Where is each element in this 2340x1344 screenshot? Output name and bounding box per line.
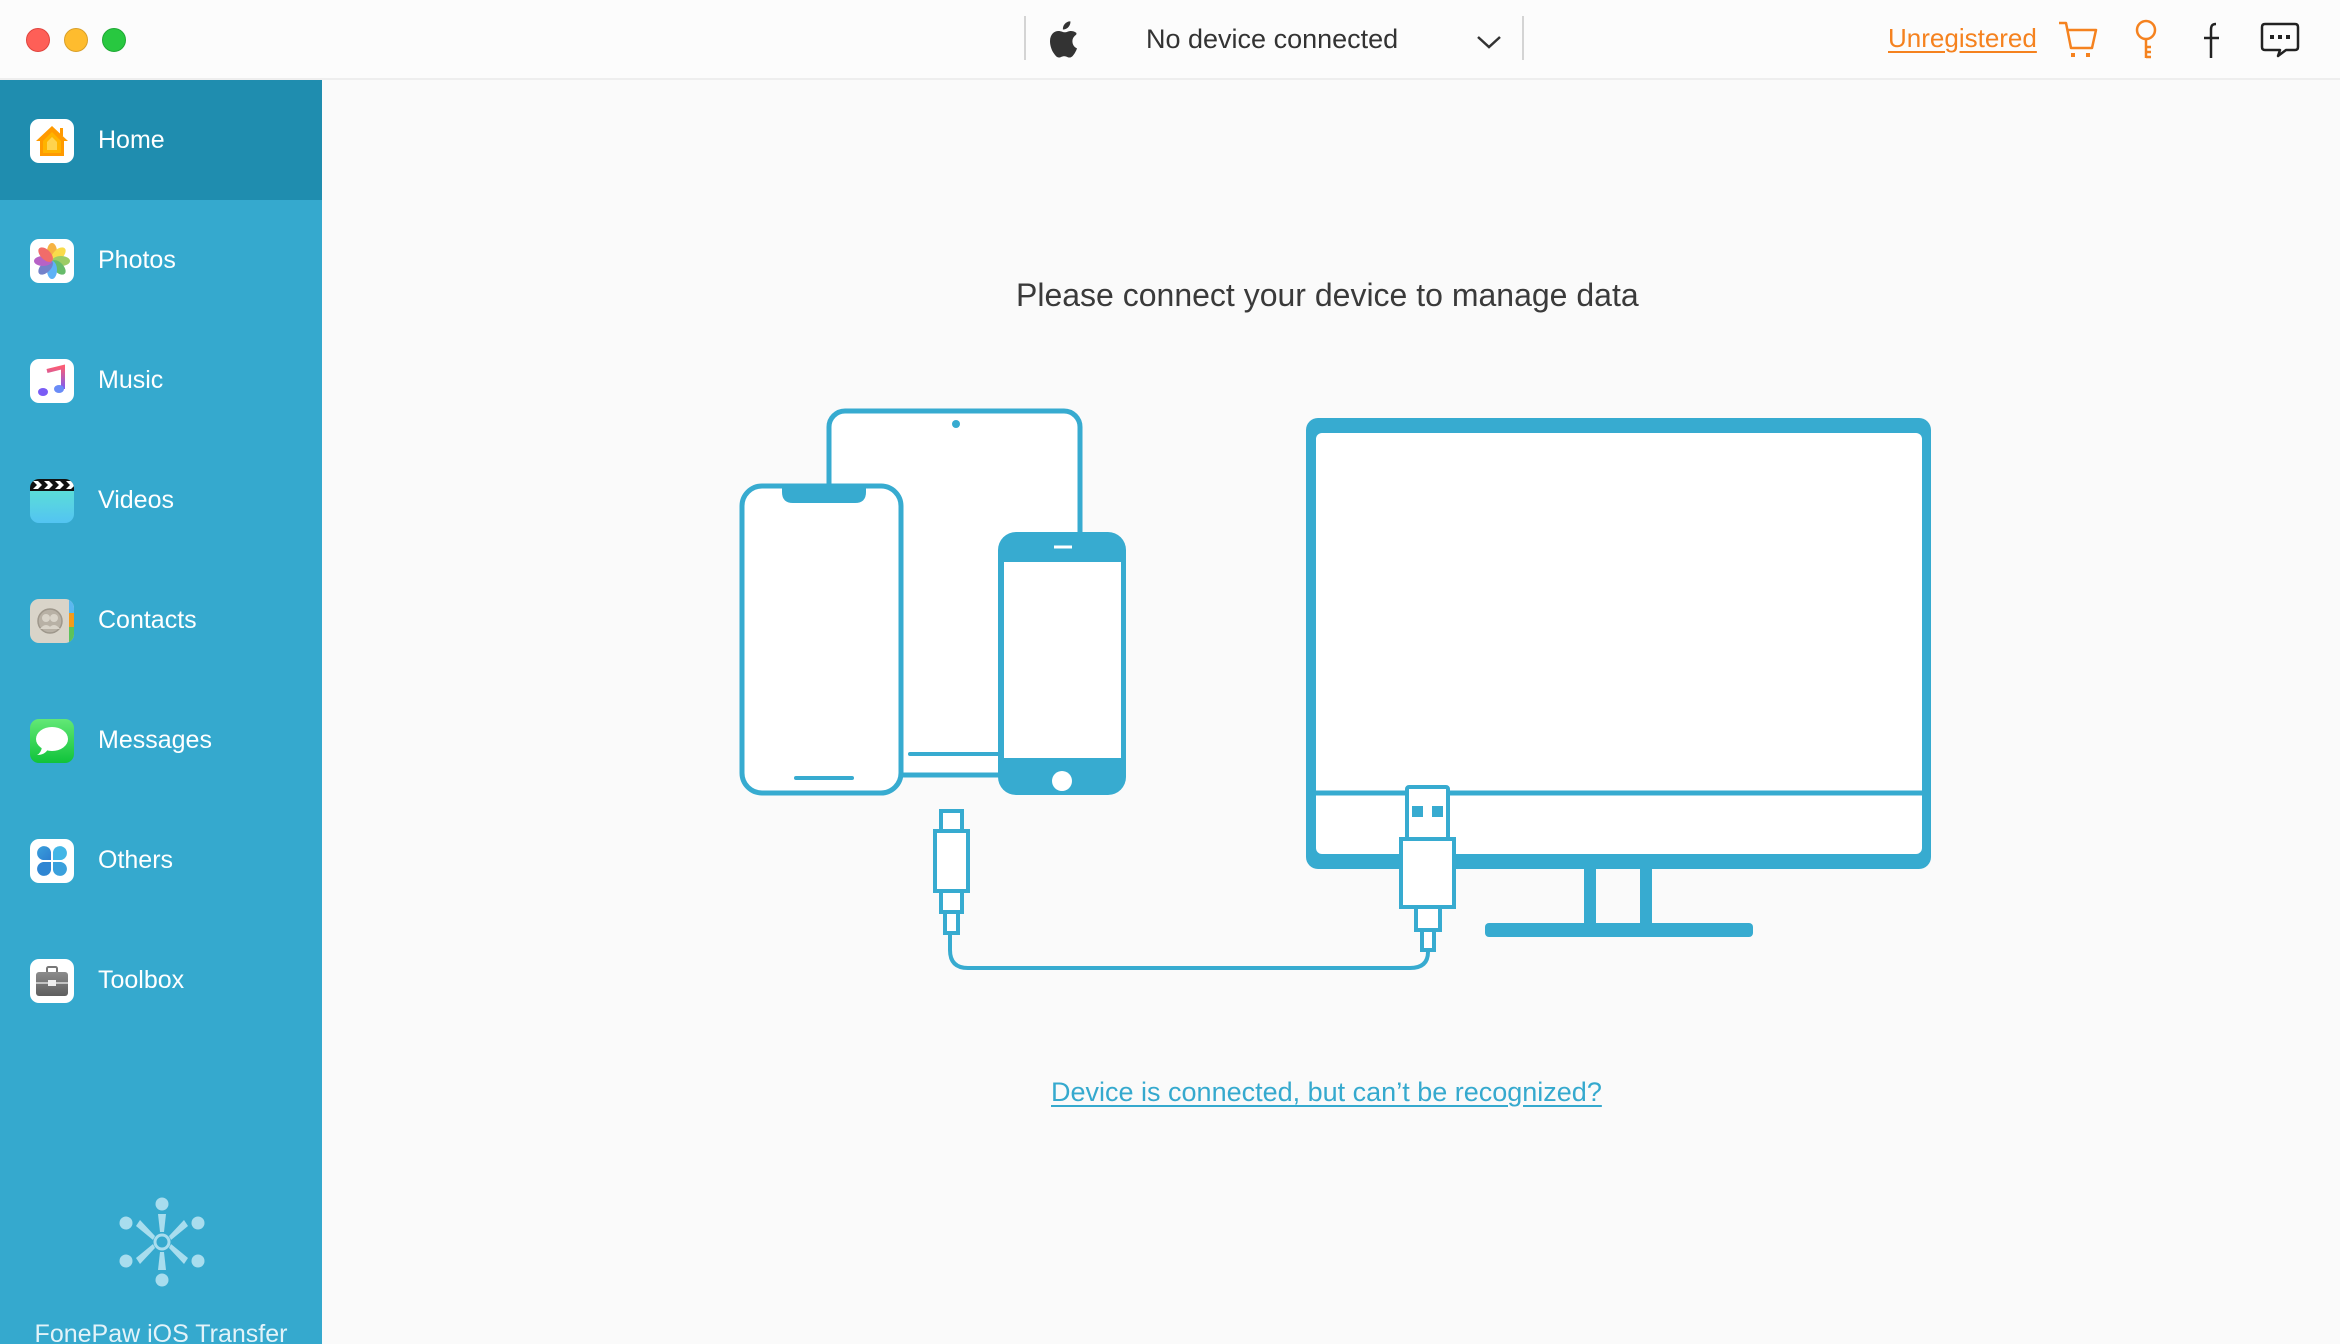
- sidebar-item-videos[interactable]: Videos: [0, 440, 322, 560]
- brand-name: FonePaw iOS Transfer: [34, 1320, 288, 1344]
- sidebar: Home Photos Music Videos Contacts Messag…: [0, 80, 322, 1344]
- device-not-recognized-help-link[interactable]: Device is connected, but can’t be recogn…: [1051, 1077, 1602, 1108]
- facebook-icon[interactable]: [2190, 18, 2234, 62]
- fonepaw-logo-icon: [119, 1197, 205, 1287]
- header-divider-right: [1522, 16, 1524, 60]
- sidebar-item-label: Toolbox: [98, 966, 185, 994]
- sidebar-item-photos[interactable]: Photos: [0, 200, 322, 320]
- sidebar-item-label: Messages: [98, 726, 212, 754]
- sidebar-item-music[interactable]: Music: [0, 320, 322, 440]
- sidebar-item-label: Photos: [98, 246, 176, 274]
- header-divider-left: [1024, 16, 1026, 60]
- sidebar-item-contacts[interactable]: Contacts: [0, 560, 322, 680]
- sidebar-item-messages[interactable]: Messages: [0, 680, 322, 800]
- sidebar-item-label: Home: [98, 126, 165, 154]
- window-maximize-button[interactable]: [102, 28, 126, 52]
- window-close-button[interactable]: [26, 28, 50, 52]
- sidebar-item-label: Music: [98, 366, 164, 394]
- window-minimize-button[interactable]: [64, 28, 88, 52]
- sidebar-item-toolbox[interactable]: Toolbox: [0, 920, 322, 1040]
- sidebar-item-label: Videos: [98, 486, 174, 514]
- messages-icon: [30, 719, 74, 763]
- apple-icon: [1050, 21, 1077, 58]
- device-select-dropdown[interactable]: No device connected: [1100, 16, 1510, 62]
- cart-icon[interactable]: [2056, 18, 2100, 62]
- title-bar: No device connected Unregistered: [0, 0, 2340, 80]
- chevron-down-icon: [1477, 36, 1501, 49]
- sidebar-item-label: Others: [98, 846, 174, 874]
- feedback-chat-icon[interactable]: [2258, 18, 2302, 62]
- sidebar-item-label: Contacts: [98, 606, 197, 634]
- main-content: [322, 82, 2340, 1344]
- music-icon: [30, 359, 74, 403]
- connect-device-heading: Please connect your device to manage dat…: [1016, 277, 1639, 313]
- contacts-icon: [30, 599, 74, 643]
- videos-icon: [30, 479, 74, 523]
- sidebar-item-others[interactable]: Others: [0, 800, 322, 920]
- device-select-value: No device connected: [1146, 24, 1399, 54]
- toolbox-icon: [30, 959, 74, 1003]
- others-icon: [30, 839, 74, 883]
- photos-icon: [30, 239, 74, 283]
- unregistered-link[interactable]: Unregistered: [1888, 23, 2037, 54]
- app-window: No device connected Unregistered Home Ph…: [0, 0, 2340, 1344]
- key-icon[interactable]: [2124, 18, 2168, 62]
- sidebar-item-home[interactable]: Home: [0, 80, 322, 200]
- home-icon: [30, 119, 74, 163]
